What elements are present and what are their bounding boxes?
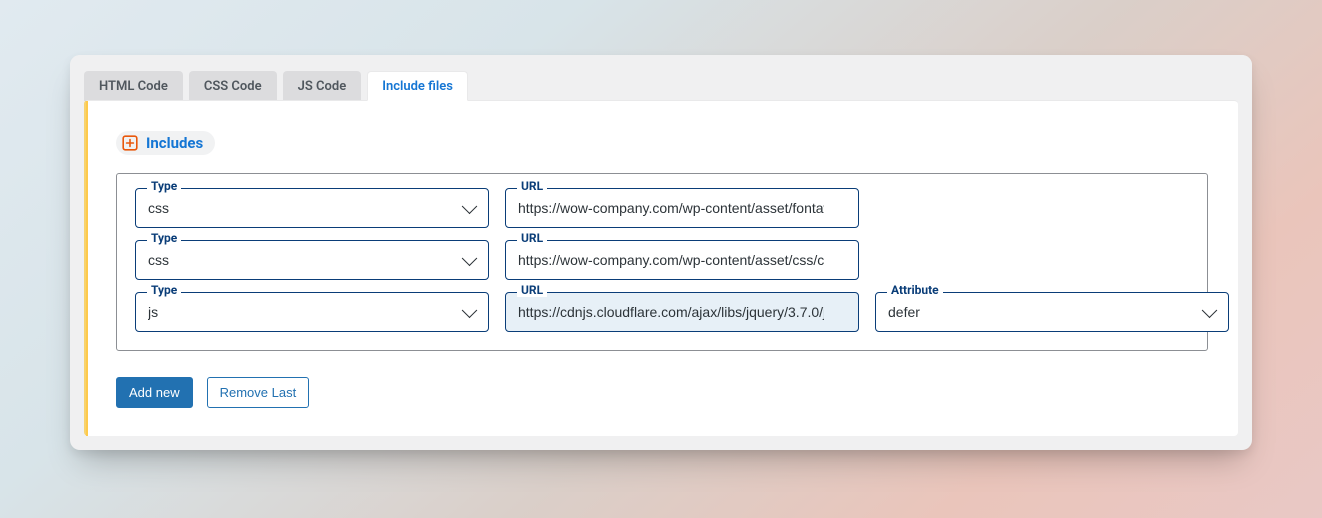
- tab-css-code[interactable]: CSS Code: [189, 71, 277, 101]
- include-row: Type css URL: [135, 240, 1189, 280]
- url-input[interactable]: [505, 292, 859, 332]
- plus-square-icon: [122, 135, 138, 151]
- tab-content: Includes Type css URL Type: [84, 100, 1238, 436]
- add-new-button[interactable]: Add new: [116, 377, 193, 408]
- settings-panel: HTML Code CSS Code JS Code Include files…: [70, 55, 1252, 450]
- tab-html-code[interactable]: HTML Code: [84, 71, 183, 101]
- tab-js-code[interactable]: JS Code: [283, 71, 362, 101]
- url-input[interactable]: [505, 188, 859, 228]
- buttons-row: Add new Remove Last: [116, 377, 1208, 408]
- include-row: Type css URL: [135, 188, 1189, 228]
- attribute-field: Attribute defer: [875, 292, 1229, 332]
- remove-last-button[interactable]: Remove Last: [207, 377, 310, 408]
- attribute-select[interactable]: defer: [875, 292, 1229, 332]
- tabs-row: HTML Code CSS Code JS Code Include files: [70, 55, 1252, 101]
- type-field: Type css: [135, 240, 489, 280]
- url-field: URL: [505, 292, 859, 332]
- type-select[interactable]: js: [135, 292, 489, 332]
- url-input[interactable]: [505, 240, 859, 280]
- type-select[interactable]: css: [135, 240, 489, 280]
- type-field: Type css: [135, 188, 489, 228]
- include-row: Type js URL Attribute defer: [135, 292, 1189, 332]
- includes-rows: Type css URL Type css: [116, 173, 1208, 351]
- url-field: URL: [505, 240, 859, 280]
- tab-include-files[interactable]: Include files: [367, 71, 468, 101]
- section-header: Includes: [116, 131, 215, 155]
- section-title: Includes: [146, 134, 203, 152]
- type-select[interactable]: css: [135, 188, 489, 228]
- url-field: URL: [505, 188, 859, 228]
- type-field: Type js: [135, 292, 489, 332]
